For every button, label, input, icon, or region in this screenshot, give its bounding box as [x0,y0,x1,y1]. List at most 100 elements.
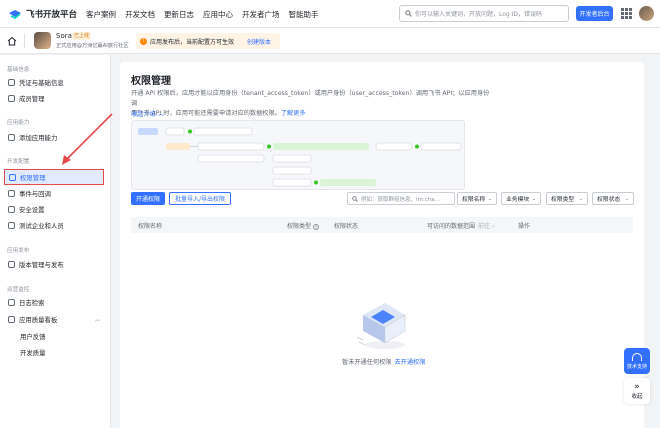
sidebar-group-monitor: 运营监控 [7,287,30,293]
nav-docs[interactable]: 开发文档 [125,9,155,20]
headset-icon [632,352,642,361]
check-icon [314,180,318,185]
filter-permission-type-select[interactable]: 权限类型 ⌄ [546,192,588,205]
credential-icon [8,79,15,86]
go-link[interactable]: 前往 › [478,223,494,230]
apps-grid-icon[interactable] [621,8,632,19]
sidebar-item-events[interactable]: 事件与回调 [4,187,104,200]
sidebar-item-label: 应用质量看板 [19,316,58,324]
permission-search-input[interactable]: 例如：获取群组信息、im:cha... [347,192,455,205]
go-enable-permission-link[interactable]: 去开通权限 [395,359,426,366]
column-data-scope: 可访问的数据范围 前往 › [427,221,494,230]
nav-app-center[interactable]: 应用中心 [203,9,233,20]
flow-node [166,143,190,150]
select-label: 权限状态 [597,197,621,203]
sidebar-item-permissions[interactable]: 权限管理 [4,169,104,185]
empty-state-illustration [356,303,406,349]
sidebar-subitem-feedback[interactable]: 用户反馈 [20,332,46,341]
sidebar-item-quality[interactable]: 应用质量看板 ︿ [4,313,104,326]
flow-node [320,179,376,186]
sidebar-item-label: 成员管理 [19,95,45,103]
chevron-down-icon: ⌄ [578,195,583,202]
sidebar-item-label: 测试企业和人员 [19,222,64,230]
select-label: 权限名称 [462,197,486,203]
tech-support-label: 技术支持 [626,363,647,370]
brand-name: 飞书开放平台 [26,10,78,20]
collapse-intro-link[interactable]: 收起介绍 ︿ [131,109,164,118]
batch-import-export-button[interactable]: 批量导入/导出权限 [169,192,231,205]
chevron-up-icon: ︿ [157,111,164,118]
security-icon [8,206,15,213]
sidebar-item-test-users[interactable]: 测试企业和人员 [4,219,104,232]
brand-logo[interactable]: 飞书开放平台 [8,7,77,21]
search-icon [352,195,358,202]
sidebar-item-versions[interactable]: 版本管理与发布 [4,258,104,271]
feishu-logo-icon [9,10,21,19]
column-permission-name: 权限名称 [138,223,163,230]
collapse-intro-label: 收起介绍 [131,111,156,118]
learn-more-link[interactable]: 了解更多 [281,110,306,117]
sidebar-item-logs[interactable]: 日志检索 [4,296,104,309]
nav-cases[interactable]: 客户案例 [86,9,116,20]
create-version-link[interactable]: 创建版本 [247,37,271,46]
sidebar-item-add-capability[interactable]: 添加应用能力 [4,131,104,144]
sidebar-item-label: 权限管理 [20,173,46,182]
empty-state-text: 暂未开通任何权限 [342,359,392,366]
app-avatar [34,32,51,49]
sidebar-item-label: 安全设置 [19,206,45,214]
sidebar-item-security[interactable]: 安全设置 [4,203,104,216]
sidebar-item-label: 事件与回调 [19,190,51,198]
permission-flow-diagram [131,120,465,190]
sidebar-subitem-dev-quality[interactable]: 开发质量 [20,348,46,357]
page-description: 开通 API 权限后，应用才能以应用身份（tenant_access_token… [131,89,491,119]
collapse-label: 收起 [631,393,643,400]
collapse-float-button[interactable]: » 收起 [624,378,650,404]
flow-node [165,127,185,136]
nav-dev-square[interactable]: 开发者广场 [242,9,280,20]
home-icon[interactable] [7,36,17,46]
sidebar-item-members[interactable]: 成员管理 [4,92,104,105]
tech-support-button[interactable]: 技术支持 [624,348,650,374]
flow-node [272,178,312,187]
check-icon [267,144,271,149]
quality-icon [8,316,15,323]
help-icon[interactable]: ? [313,224,320,230]
description-line: 开通 API 权限后，应用才能以应用身份（tenant_access_token… [131,90,490,107]
publish-notice: ! 应用发布后，当前配置方可生效 创建版本 [136,33,280,49]
test-icon [8,222,15,229]
flow-node [420,142,462,151]
flow-node [272,154,312,163]
enable-permission-button[interactable]: 开通权限 [131,192,165,205]
user-avatar[interactable] [639,6,654,21]
permission-icon [9,173,16,181]
page-title: 权限管理 [131,76,171,87]
sidebar: 基础信息 凭证与基础信息 成员管理 应用能力 添加应用能力 开发配置 权限管理 … [0,55,111,428]
sidebar-item-label: 日志检索 [19,299,45,307]
chevron-down-icon: ⌄ [624,195,629,202]
filter-business-module-select[interactable]: 业务模块 ⌄ [501,192,541,205]
double-chevron-right-icon: » [634,381,640,392]
select-label: 权限类型 [551,197,575,203]
sidebar-group-dev-config: 开发配置 [7,159,30,165]
nav-assistant[interactable]: 智能助手 [289,9,319,20]
members-icon [8,95,15,102]
search-icon [405,10,412,17]
filter-permission-status-select[interactable]: 权限状态 ⌄ [592,192,634,205]
flow-node [193,127,253,136]
top-bar: 飞书开放平台 客户案例 开发文档 更新日志 应用中心 开发者广场 智能助手 你可… [0,0,660,28]
flow-node [375,142,413,151]
select-label: 业务模块 [506,197,530,203]
app-header: Sora2 已上线 正式应用@万洲亿赢AI旅行社区 ! 应用发布后，当前配置方可… [0,28,660,54]
nav-changelog[interactable]: 更新日志 [164,9,194,20]
developer-console-button[interactable]: 开发者后台 [576,6,613,21]
version-icon [8,261,15,268]
sidebar-item-credentials[interactable]: 凭证与基础信息 [4,76,104,89]
sidebar-item-label: 凭证与基础信息 [19,79,64,87]
filter-permission-name-select[interactable]: 权限名称 ⌄ [457,192,497,205]
flow-node [138,128,158,135]
flow-node [197,142,265,151]
global-search-input[interactable]: 你可以输入关键词，开放问题，Log ID，错误码 [399,5,569,22]
notice-text: 应用发布后，当前配置方可生效 [150,38,235,46]
divider [24,34,25,48]
top-nav: 客户案例 开发文档 更新日志 应用中心 开发者广场 智能助手 [86,9,319,20]
